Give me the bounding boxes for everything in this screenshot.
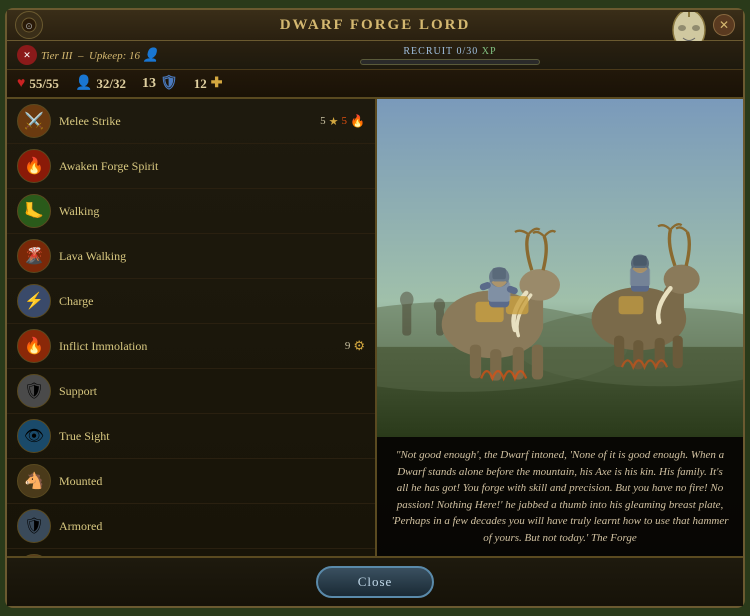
ability-row-dwarf[interactable]: ⛏Dwarf bbox=[7, 549, 375, 556]
ability-stats-inflict-immolation: 9⚙ bbox=[345, 338, 365, 354]
ability-row-mounted[interactable]: 🐴 Mounted bbox=[7, 459, 375, 504]
info-panel: "Not good enough', the Dwarf intoned, 'N… bbox=[377, 99, 743, 556]
ability-name-armored: Armored bbox=[59, 519, 365, 534]
recruit-bar bbox=[360, 59, 540, 65]
modal-close-x-button[interactable]: ✕ bbox=[713, 14, 735, 36]
footer: Close bbox=[7, 556, 743, 606]
tier-icon: ✕ bbox=[17, 45, 37, 65]
ability-icon-walking: 🦶 bbox=[17, 194, 51, 228]
stat-figures: 👤 32/32 bbox=[75, 75, 126, 92]
stats-bar: ♥ 55/55 👤 32/32 13 🛡 12 ✚ bbox=[7, 70, 743, 99]
ability-name-walking: Walking bbox=[59, 204, 365, 219]
ability-stats-melee-strike: 5 ★ 5🔥 bbox=[320, 114, 365, 129]
ability-icon-support: 🛡 bbox=[17, 374, 51, 408]
ability-row-inflict-immolation[interactable]: 🔥 Inflict Immolation9⚙ bbox=[7, 324, 375, 369]
ability-name-true-sight: True Sight bbox=[59, 429, 365, 444]
tier-badge: ✕ Tier III – Upkeep: 16 👤 bbox=[17, 45, 159, 65]
recruit-label: Recruit 0/30 XP bbox=[167, 46, 733, 57]
main-content: ⚔️ Melee Strike5 ★ 5🔥 🔥 Awaken Forge Spirit… bbox=[7, 99, 743, 556]
unit-image bbox=[377, 99, 743, 437]
shield-icon: 🛡 bbox=[160, 75, 178, 92]
close-button[interactable]: Close bbox=[316, 566, 435, 598]
left-emblem-icon: ⊙ bbox=[15, 11, 43, 39]
ability-name-inflict-immolation: Inflict Immolation bbox=[59, 339, 345, 354]
ability-name-mounted: Mounted bbox=[59, 474, 365, 489]
ability-icon-inflict-immolation: 🔥 bbox=[17, 329, 51, 363]
ability-icon-mounted: 🐴 bbox=[17, 464, 51, 498]
defense-value: 13 bbox=[142, 76, 156, 92]
abilities-panel: ⚔️ Melee Strike5 ★ 5🔥 🔥 Awaken Forge Spirit… bbox=[7, 99, 377, 556]
ability-name-melee-strike: Melee Strike bbox=[59, 114, 320, 129]
recruit-bar-container: Recruit 0/30 XP bbox=[167, 46, 733, 65]
ability-icon-armored: 🛡 bbox=[17, 509, 51, 543]
tier-label: Tier III – Upkeep: 16 👤 bbox=[41, 47, 159, 63]
modal-header: ⊙ Dwarf Forge Lord ✕ bbox=[7, 10, 743, 41]
ability-row-support[interactable]: 🛡 Support bbox=[7, 369, 375, 414]
ability-row-armored[interactable]: 🛡 Armored bbox=[7, 504, 375, 549]
stat-defense: 13 🛡 bbox=[142, 75, 178, 92]
stat-hp: ♥ 55/55 bbox=[17, 76, 59, 92]
description-text: "Not good enough', the Dwarf intoned, 'N… bbox=[391, 447, 729, 546]
ability-row-melee-strike[interactable]: ⚔️ Melee Strike5 ★ 5🔥 bbox=[7, 99, 375, 144]
ability-row-lava-walking[interactable]: 🌋 Lava Walking bbox=[7, 234, 375, 279]
ability-row-walking[interactable]: 🦶 Walking bbox=[7, 189, 375, 234]
ability-name-awaken-forge-spirit: Awaken Forge Spirit bbox=[59, 159, 365, 174]
ability-icon-awaken-forge-spirit: 🔥 bbox=[17, 149, 51, 183]
upkeep-icon: 👤 bbox=[143, 47, 159, 62]
heart-icon: ♥ bbox=[17, 76, 25, 92]
description-box: "Not good enough', the Dwarf intoned, 'N… bbox=[377, 437, 743, 556]
ability-name-support: Support bbox=[59, 384, 365, 399]
ability-name-charge: Charge bbox=[59, 294, 365, 309]
ability-row-awaken-forge-spirit[interactable]: 🔥 Awaken Forge Spirit bbox=[7, 144, 375, 189]
ability-row-charge[interactable]: ⚡ Charge bbox=[7, 279, 375, 324]
stat-move: 12 ✚ bbox=[194, 75, 223, 92]
ability-row-true-sight[interactable]: 👁 True Sight bbox=[7, 414, 375, 459]
ability-icon-true-sight: 👁 bbox=[17, 419, 51, 453]
move-icon: ✚ bbox=[211, 75, 223, 92]
modal-title: Dwarf Forge Lord bbox=[280, 17, 471, 33]
ability-icon-lava-walking: 🌋 bbox=[17, 239, 51, 273]
svg-text:⊙: ⊙ bbox=[25, 21, 33, 31]
modal-container: ⊙ Dwarf Forge Lord ✕ ✕ Tier III – Upkeep… bbox=[5, 8, 745, 608]
ability-name-lava-walking: Lava Walking bbox=[59, 249, 365, 264]
ability-icon-charge: ⚡ bbox=[17, 284, 51, 318]
figure-icon: 👤 bbox=[75, 75, 92, 92]
ability-icon-melee-strike: ⚔️ bbox=[17, 104, 51, 138]
tier-bar: ✕ Tier III – Upkeep: 16 👤 Recruit 0/30 X… bbox=[7, 41, 743, 70]
